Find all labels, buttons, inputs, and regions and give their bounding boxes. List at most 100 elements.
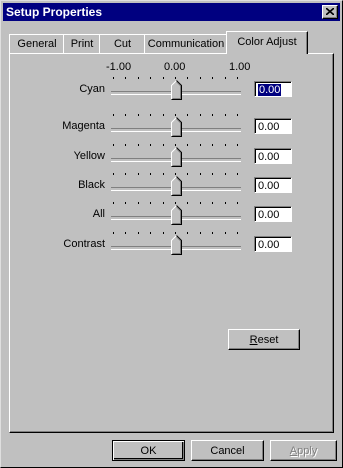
yellow-slider-thumb[interactable] (171, 147, 182, 167)
black-label: Black (78, 179, 105, 191)
slider-tick (150, 202, 151, 204)
scale-max-label: 1.00 (229, 61, 251, 73)
slider-tick (150, 114, 151, 116)
slider-tick (200, 77, 201, 79)
slider-tick (163, 173, 164, 175)
cyan-value-field[interactable]: 0.00 (254, 81, 292, 97)
tab-communication[interactable]: Communication (144, 34, 228, 53)
slider-tick (138, 114, 139, 116)
slider-tick (113, 173, 114, 175)
slider-tick (125, 202, 126, 204)
yellow-label: Yellow (73, 150, 105, 162)
slider-tick (163, 202, 164, 204)
slider-tick (187, 202, 188, 204)
close-icon (326, 8, 334, 15)
apply-button[interactable]: Apply (270, 440, 337, 461)
black-value-text: 0.00 (258, 180, 280, 192)
slider-tick (113, 232, 114, 234)
setup-properties-dialog: Setup Properties General Print Cut Commu… (0, 0, 343, 468)
dialog-title: Setup Properties (6, 5, 103, 19)
slider-tick (138, 202, 139, 204)
slider-tick (113, 144, 114, 146)
cyan-value-text: 0.00 (258, 84, 282, 96)
slider-tick (113, 77, 114, 79)
tab-cut[interactable]: Cut (99, 34, 146, 53)
slider-tick (237, 114, 238, 116)
tab-general[interactable]: General (9, 34, 65, 53)
tab-print[interactable]: Print (63, 34, 101, 53)
ok-button[interactable]: OK (112, 440, 185, 461)
slider-tick (212, 202, 213, 204)
slider-tick (200, 114, 201, 116)
black-value-field[interactable]: 0.00 (254, 177, 292, 193)
slider-tick (212, 114, 213, 116)
all-slider-thumb[interactable] (171, 205, 182, 225)
contrast-slider-thumb[interactable] (171, 235, 182, 255)
slider-tick (200, 202, 201, 204)
slider-tick (212, 232, 213, 234)
all-label: All (92, 208, 105, 220)
slider-tick (225, 232, 226, 234)
all-value-text: 0.00 (258, 209, 280, 221)
slider-tick (138, 144, 139, 146)
slider-tick (187, 77, 188, 79)
all-value-field[interactable]: 0.00 (254, 206, 292, 222)
scale-mid-label: 0.00 (164, 61, 186, 73)
slider-tick (125, 77, 126, 79)
title-bar[interactable]: Setup Properties (3, 3, 340, 21)
yellow-value-field[interactable]: 0.00 (254, 148, 292, 164)
slider-tick (150, 77, 151, 79)
slider-tick (175, 144, 176, 146)
magenta-label: Magenta (62, 120, 105, 132)
apply-label-rest: pply (297, 445, 318, 457)
slider-tick (113, 114, 114, 116)
slider-tick (237, 144, 238, 146)
slider-tick (200, 232, 201, 234)
slider-tick (150, 232, 151, 234)
magenta-slider-thumb[interactable] (171, 117, 182, 137)
contrast-label: Contrast (63, 238, 105, 250)
cancel-button[interactable]: Cancel (191, 440, 264, 461)
contrast-value-text: 0.00 (258, 239, 280, 251)
slider-tick (163, 77, 164, 79)
slider-tick (212, 173, 213, 175)
slider-tick (237, 173, 238, 175)
slider-tick (187, 144, 188, 146)
black-slider-thumb[interactable] (171, 176, 182, 196)
scale-min-label: -1.00 (106, 61, 132, 73)
slider-tick (113, 202, 114, 204)
slider-tick (138, 77, 139, 79)
slider-tick (150, 173, 151, 175)
contrast-value-field[interactable]: 0.00 (254, 236, 292, 252)
slider-tick (225, 77, 226, 79)
slider-tick (187, 173, 188, 175)
slider-tick (175, 232, 176, 234)
slider-tick (150, 144, 151, 146)
slider-tick (175, 114, 176, 116)
slider-tick (138, 232, 139, 234)
apply-accelerator: A (289, 445, 298, 457)
slider-tick (200, 144, 201, 146)
slider-tick (125, 173, 126, 175)
slider-tick (175, 77, 176, 79)
slider-tick (163, 232, 164, 234)
cyan-label: Cyan (79, 83, 105, 95)
slider-tick (237, 232, 238, 234)
slider-tick (138, 173, 139, 175)
slider-tick (125, 144, 126, 146)
slider-tick (125, 114, 126, 116)
tab-color-adjust[interactable]: Color Adjust (226, 31, 308, 54)
slider-tick (175, 202, 176, 204)
cyan-slider-thumb[interactable] (171, 80, 182, 100)
slider-tick (175, 173, 176, 175)
slider-tick (125, 232, 126, 234)
slider-tick (200, 173, 201, 175)
slider-tick (225, 144, 226, 146)
slider-tick (225, 202, 226, 204)
close-button[interactable] (322, 5, 338, 19)
slider-tick (225, 173, 226, 175)
slider-tick (187, 114, 188, 116)
slider-tick (212, 144, 213, 146)
magenta-value-field[interactable]: 0.00 (254, 118, 292, 134)
slider-tick (163, 114, 164, 116)
